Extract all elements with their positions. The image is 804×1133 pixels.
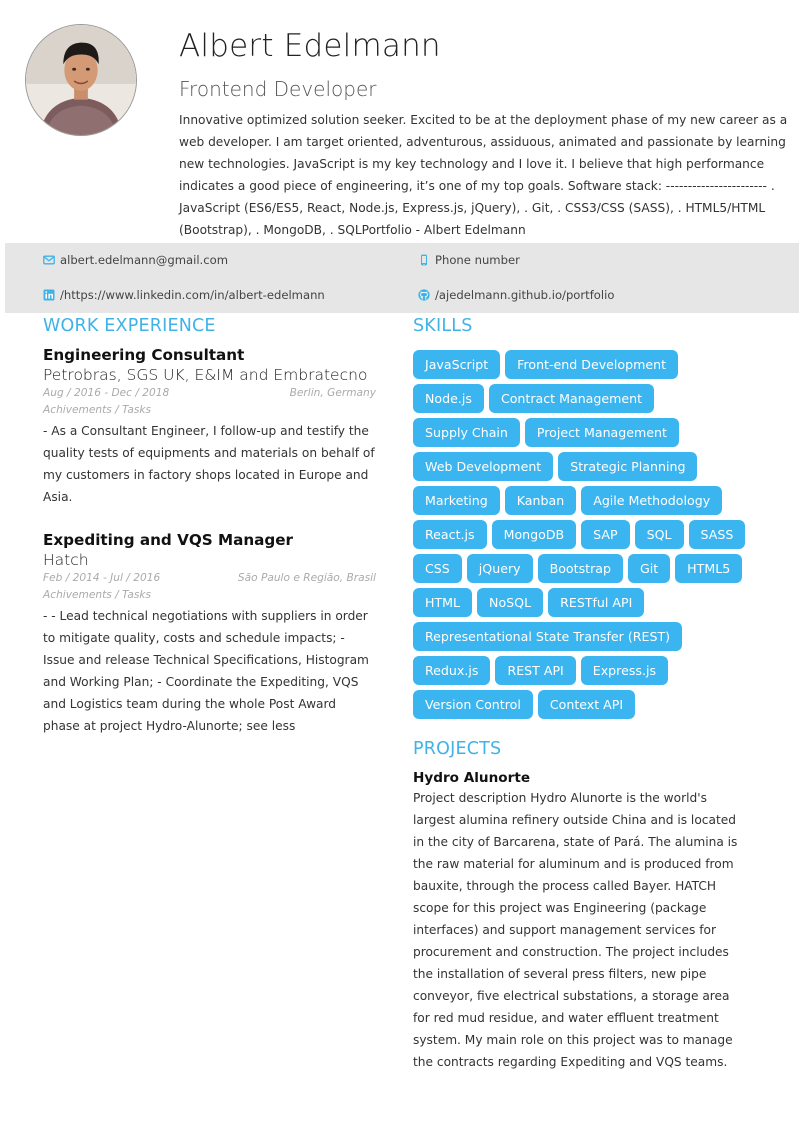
contact-github-text: /ajedelmann.github.io/portfolio — [435, 288, 615, 302]
contact-phone-text: Phone number — [435, 253, 520, 267]
skill-tag: Representational State Transfer (REST) — [413, 622, 683, 651]
project-entry: Hydro Alunorte Project description Hydro… — [413, 770, 743, 1073]
skill-tag: RESTful API — [548, 588, 645, 617]
skill-tag: Bootstrap — [537, 554, 623, 583]
job-description: - - Lead technical negotiations with sup… — [43, 609, 369, 733]
skill-tag: Git — [627, 554, 671, 583]
job-dates: Feb / 2014 - Jul / 2016 — [43, 572, 161, 584]
skill-tag: REST API — [495, 656, 576, 685]
skill-tag: Marketing — [413, 486, 500, 515]
skill-tag: Node.js — [413, 384, 484, 413]
profile-summary: Innovative optimized solution seeker. Ex… — [179, 113, 788, 237]
skills-heading: SKILLS — [413, 316, 473, 336]
candidate-name: Albert Edelmann — [179, 28, 441, 64]
skill-tag: Version Control — [413, 690, 533, 719]
skill-tag: React.js — [413, 520, 487, 549]
envelope-icon — [43, 254, 55, 266]
project-description: Project description Hydro Alunorte is th… — [413, 791, 738, 1069]
skill-tag: Express.js — [580, 656, 669, 685]
work-experience-heading: WORK EXPERIENCE — [43, 316, 216, 336]
skill-tag: MongoDB — [491, 520, 577, 549]
skill-tag: Contract Management — [488, 384, 655, 413]
skill-tag: Kanban — [504, 486, 577, 515]
job-dates: Aug / 2016 - Dec / 2018 — [43, 387, 170, 399]
skill-tag: SAP — [581, 520, 630, 549]
skill-tag: Agile Methodology — [581, 486, 723, 515]
skill-tag: SASS — [688, 520, 746, 549]
linkedin-icon — [43, 289, 55, 301]
job-description: - As a Consultant Engineer, I follow-up … — [43, 424, 375, 504]
project-title: Hydro Alunorte — [413, 770, 531, 786]
contact-bar: albert.edelmann@gmail.com Phone number /… — [5, 243, 799, 313]
skill-tag: jQuery — [466, 554, 533, 583]
job-company: Hatch — [43, 551, 89, 569]
skill-tag: Project Management — [524, 418, 679, 447]
job-meta: Aug / 2016 - Dec / 2018 Berlin, Germany — [43, 387, 376, 399]
candidate-role: Frontend Developer — [179, 77, 377, 101]
github-icon — [418, 289, 430, 301]
contact-github[interactable]: /ajedelmann.github.io/portfolio — [418, 288, 614, 302]
job-subheading: Achivements / Tasks — [43, 404, 152, 416]
job-entry: Engineering Consultant Petrobras, SGS UK… — [43, 346, 376, 508]
contact-phone[interactable]: Phone number — [418, 253, 520, 267]
contact-linkedin-text: /https://www.linkedin.com/in/albert-edel… — [60, 288, 325, 302]
contact-email-text: albert.edelmann@gmail.com — [60, 253, 228, 267]
skill-tag: Front-end Development — [505, 350, 679, 379]
projects-heading: PROJECTS — [413, 739, 502, 759]
skill-tag: Redux.js — [413, 656, 491, 685]
skill-tag: Context API — [537, 690, 636, 719]
skill-tag: SQL — [634, 520, 684, 549]
skill-tag: HTML — [413, 588, 473, 617]
job-location: São Paulo e Região, Brasil — [237, 572, 376, 584]
mobile-phone-icon — [418, 254, 430, 266]
job-location: Berlin, Germany — [289, 387, 376, 399]
skill-tag: Supply Chain — [413, 418, 520, 447]
profile-photo — [25, 24, 137, 136]
skill-tag: CSS — [413, 554, 462, 583]
job-entry: Expediting and VQS Manager Hatch Feb / 2… — [43, 531, 376, 737]
job-company: Petrobras, SGS UK, E&IM and Embratecno — [43, 366, 368, 384]
job-meta: Feb / 2014 - Jul / 2016 São Paulo e Regi… — [43, 572, 376, 584]
skill-tag: JavaScript — [413, 350, 501, 379]
skills-list: JavaScript Front-end Development Node.js… — [413, 350, 753, 724]
job-title: Expediting and VQS Manager — [43, 531, 294, 549]
contact-email[interactable]: albert.edelmann@gmail.com — [43, 253, 228, 267]
skill-tag: HTML5 — [675, 554, 743, 583]
job-title: Engineering Consultant — [43, 346, 245, 364]
skill-tag: NoSQL — [477, 588, 544, 617]
job-subheading: Achivements / Tasks — [43, 589, 152, 601]
skill-tag: Web Development — [413, 452, 554, 481]
contact-linkedin[interactable]: /https://www.linkedin.com/in/albert-edel… — [43, 288, 325, 302]
skill-tag: Strategic Planning — [558, 452, 698, 481]
